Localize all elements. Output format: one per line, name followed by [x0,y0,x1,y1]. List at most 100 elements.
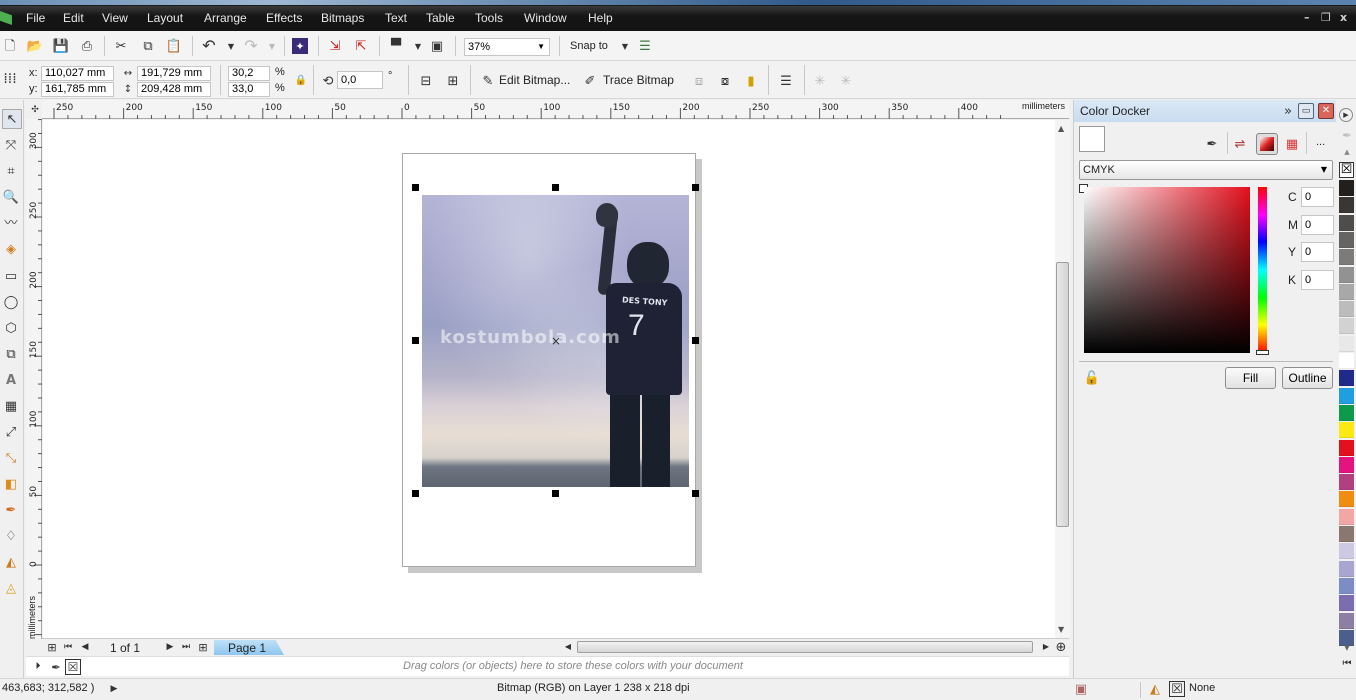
undo-icon[interactable]: ↶ [201,38,217,54]
blend-tool-icon[interactable]: ◧ [3,476,19,492]
docker-expand-icon[interactable]: » [1280,103,1296,119]
hue-slider[interactable] [1258,187,1267,353]
palette-swatch[interactable] [1339,370,1354,387]
status-expand-icon[interactable]: ▶ [106,681,122,697]
menu-effects[interactable]: Effects [266,11,302,25]
horizontal-scroll-thumb[interactable] [577,641,1033,653]
save-icon[interactable]: 💾 [53,38,69,54]
import-icon[interactable]: ⇲ [327,38,343,54]
vertical-scrollbar[interactable]: ▲ ▼ [1055,120,1070,638]
eyedropper-tool-icon[interactable]: ✒ [3,502,19,518]
docker-more-button[interactable]: ... [1316,136,1325,148]
ruler-origin-icon[interactable]: ✣ [27,102,43,118]
zoom-navigator-icon[interactable]: ⊕ [1053,639,1069,655]
handle-bottom-center[interactable] [552,490,559,497]
page-tab[interactable]: Page 1 [214,640,284,655]
resample-icon[interactable]: ▮ [743,73,759,89]
eyedropper-icon[interactable]: ✒ [48,659,64,675]
menu-help[interactable]: Help [588,11,613,25]
height-field[interactable]: 209,428 mm [137,82,211,97]
menu-table[interactable]: Table [426,11,455,25]
center-marker-icon[interactable]: × [551,334,561,348]
cut-icon[interactable]: ✂ [113,38,129,54]
shape-tool-icon[interactable]: ⤧ [3,137,19,153]
palette-swatch[interactable] [1339,439,1354,456]
next-page-icon[interactable]: ▶ [162,639,178,655]
reference-point-icon[interactable]: ⁞⁞⁞ [2,71,18,87]
export-icon[interactable]: ⇱ [353,38,369,54]
previous-page-icon[interactable]: ◀ [77,639,93,655]
scroll-up-icon[interactable]: ▲ [1058,124,1064,133]
color-viewer-icon[interactable] [1256,133,1278,155]
scale-y-field[interactable]: 33,0 [228,82,270,97]
copy-icon[interactable]: ⧉ [140,38,156,54]
first-page-icon[interactable]: ⏮ [60,639,76,655]
welcome-screen-icon[interactable]: ▣ [429,38,445,54]
table-tool-icon[interactable]: ▦ [3,398,19,414]
scroll-right-icon[interactable]: ▶ [1038,639,1054,655]
drawing-canvas[interactable]: DES TONY 7 kostumbola.com × [43,120,1055,638]
palette-swatch[interactable] [1339,422,1354,439]
vertical-ruler[interactable]: 300 250 200 150 100 50 0 millimeters [26,119,42,639]
close-button[interactable]: x [1340,11,1347,24]
bitmap-color-mask-icon[interactable]: ⧇ [717,73,733,89]
text-tool-icon[interactable]: A [3,372,19,388]
edit-bitmap-button[interactable]: Edit Bitmap... [499,73,570,87]
paste-icon[interactable]: 📋 [166,38,182,54]
eyedropper-icon[interactable]: ✒ [1204,136,1220,152]
palette-swatch[interactable] [1339,301,1354,318]
ellipse-tool-icon[interactable]: ◯ [3,294,19,310]
mirror-horizontal-icon[interactable]: ⊟ [418,73,434,89]
palette-swatch[interactable] [1339,266,1354,283]
magenta-field[interactable]: 0 [1301,215,1334,235]
menu-tools[interactable]: Tools [475,11,503,25]
open-folder-icon[interactable]: 📂 [27,38,43,54]
publish-pdf-icon[interactable]: ▀ [388,38,404,54]
last-page-icon[interactable]: ⏭ [178,639,194,655]
menu-view[interactable]: View [102,11,128,25]
mirror-vertical-icon[interactable]: ⊞ [445,73,461,89]
palette-swatch[interactable] [1339,197,1354,214]
scroll-down-icon[interactable]: ▼ [1058,625,1064,634]
scale-x-field[interactable]: 30,2 [228,66,270,81]
color-palettes-icon[interactable]: ▦ [1284,136,1300,152]
palette-swatch[interactable] [1339,508,1354,525]
redo-dropdown-icon[interactable]: ▼ [264,39,280,55]
handle-middle-right[interactable] [692,337,699,344]
crop-tool-icon[interactable]: ⌗ [3,163,19,179]
scroll-left-icon[interactable]: ◀ [560,639,576,655]
palette-swatch[interactable] [1339,180,1354,196]
docker-close-icon[interactable]: ✕ [1318,103,1334,119]
add-page-after-icon[interactable]: ⊞ [195,639,211,655]
palette-swatch[interactable] [1339,249,1354,266]
cyan-field[interactable]: 0 [1301,187,1334,207]
palette-swatch[interactable] [1339,387,1354,404]
new-document-icon[interactable]: 🗋 [2,38,18,54]
palette-swatch[interactable] [1339,595,1354,612]
no-color-swatch-icon[interactable]: ☒ [65,659,81,675]
palette-swatch[interactable] [1339,214,1354,231]
palette-swatch[interactable] [1339,560,1354,577]
document-palette[interactable]: ⏵ ✒ ☒ Drag colors (or objects) here to s… [26,656,1069,676]
menu-text[interactable]: Text [385,11,407,25]
snap-to-button[interactable]: Snap to [570,40,608,52]
dimension-tool-icon[interactable]: ⤢ [3,424,19,440]
menu-arrange[interactable]: Arrange [204,11,247,25]
yellow-field[interactable]: 0 [1301,242,1334,262]
publish-dropdown-icon[interactable]: ▼ [410,39,426,55]
menu-window[interactable]: Window [524,11,567,25]
rotation-field[interactable]: 0,0 [337,71,383,89]
restore-button[interactable]: ❐ [1321,11,1331,24]
options-icon[interactable]: ☰ [637,38,653,54]
palette-scroll-up-icon[interactable]: ▲ [1339,144,1355,160]
rectangle-tool-icon[interactable]: ▭ [3,268,19,284]
palette-scroll-down-icon[interactable]: ▼ [1339,640,1355,656]
color-sliders-icon[interactable]: ⇌ [1232,136,1248,152]
palette-swatch[interactable] [1339,474,1354,491]
fill-tool-icon[interactable]: ◭ [3,554,19,570]
palette-swatch[interactable] [1339,526,1354,542]
docker-minimize-icon[interactable]: ▭ [1298,103,1314,119]
palette-swatch[interactable] [1339,491,1354,508]
add-page-before-icon[interactable]: ⊞ [44,639,60,655]
handle-top-center[interactable] [552,184,559,191]
